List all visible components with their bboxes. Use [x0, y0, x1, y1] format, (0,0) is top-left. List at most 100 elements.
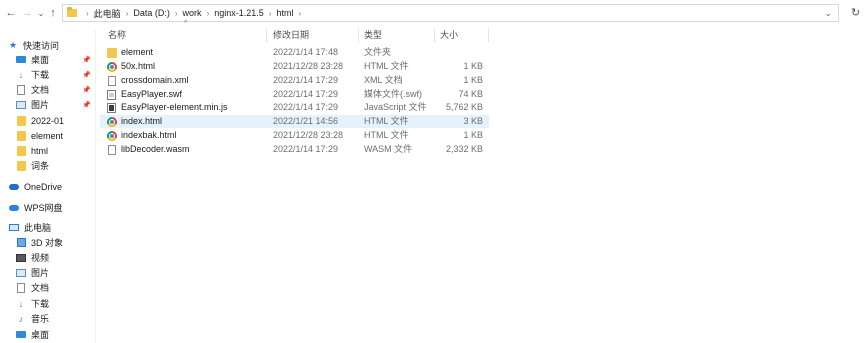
file-list: ^ 名称 修改日期 类型 大小 element 2022/1/14 17:48 … — [100, 20, 864, 343]
pin-icon[interactable]: 📌 — [82, 86, 91, 94]
arrow-left-icon[interactable]: ← — [4, 6, 18, 20]
3d-objects-icon — [16, 238, 26, 247]
file-row[interactable]: EasyPlayer.swf 2022/1/14 17:29 媒体文件(.swf… — [100, 88, 489, 101]
sidebar-quick-access[interactable]: ★ 快速访问 — [8, 38, 103, 53]
sidebar-label: OneDrive — [24, 181, 63, 192]
document-icon — [17, 84, 25, 95]
picture-icon — [16, 100, 26, 109]
cloud-icon — [9, 204, 19, 211]
file-date: 2022/1/14 17:29 — [273, 75, 339, 85]
file-name: indexbak.html — [121, 130, 177, 140]
sort-ascending-icon: ^ — [184, 20, 188, 27]
sidebar-label: html — [31, 145, 49, 156]
file-type: XML 文档 — [364, 75, 403, 85]
arrow-up-icon[interactable]: ↑ — [46, 6, 60, 20]
sidebar-label: 下载 — [31, 70, 50, 80]
arrow-right-icon[interactable]: → — [20, 6, 34, 20]
sidebar-item-pc-documents[interactable]: 文档 — [16, 280, 95, 295]
column-divider[interactable] — [358, 28, 359, 42]
breadcrumb-nginx[interactable]: nginx-1.21.5 — [214, 8, 264, 18]
file-size: 1 KB — [463, 61, 483, 71]
sidebar-item-desktop[interactable]: 桌面 📌 — [16, 52, 95, 67]
file-type: WASM 文件 — [364, 144, 413, 154]
file-name: 50x.html — [121, 61, 156, 71]
column-divider[interactable] — [488, 28, 489, 42]
file-row[interactable]: indexbak.html 2021/12/28 23:28 HTML 文件 1… — [100, 129, 489, 142]
refresh-icon[interactable]: ↻ — [851, 6, 860, 19]
sidebar-label: 下载 — [31, 299, 50, 309]
sidebar-item-documents[interactable]: 文档 📌 — [16, 82, 95, 97]
sidebar-item-pictures[interactable]: 图片 📌 — [16, 97, 95, 112]
music-icon: ♪ — [18, 313, 24, 324]
file-name: EasyPlayer-element.min.js — [121, 102, 228, 112]
column-divider[interactable] — [434, 28, 435, 42]
address-dropdown-icon[interactable]: ⌄ — [824, 8, 832, 19]
pin-icon[interactable]: 📌 — [82, 56, 91, 64]
picture-icon — [16, 268, 26, 277]
file-row[interactable]: 50x.html 2021/12/28 23:28 HTML 文件 1 KB — [100, 60, 489, 73]
download-icon: ↓ — [18, 298, 24, 309]
file-size: 2,332 KB — [445, 144, 483, 154]
sidebar-item-html[interactable]: html — [16, 143, 95, 158]
file-type: JavaScript 文件 — [364, 102, 427, 112]
folder-icon — [16, 130, 26, 141]
sidebar-item-2022-01[interactable]: 2022-01 — [16, 113, 95, 128]
file-name: element — [121, 47, 154, 57]
sidebar-item-pc-desktop[interactable]: 桌面 — [16, 327, 95, 342]
sidebar-label: 2022-01 — [31, 115, 65, 126]
js-file-icon — [107, 103, 116, 113]
file-date: 2022/1/14 17:29 — [273, 102, 339, 112]
file-date: 2022/1/14 17:29 — [273, 89, 339, 99]
column-header-size[interactable]: 大小 — [440, 28, 458, 42]
file-date: 2021/12/28 23:28 — [273, 130, 344, 140]
file-name: crossdomain.xml — [121, 75, 189, 85]
breadcrumb-work[interactable]: work — [183, 8, 202, 18]
sidebar-item-3d-objects[interactable]: 3D 对象 — [16, 235, 95, 250]
sidebar-label: 文档 — [31, 85, 50, 95]
sidebar-label: 此电脑 — [24, 223, 52, 233]
sidebar-label: 桌面 — [31, 55, 50, 65]
sidebar-wps[interactable]: WPS网盘 — [9, 200, 104, 215]
file-size: 1 KB — [463, 130, 483, 140]
file-row-selected[interactable]: index.html 2022/1/21 14:56 HTML 文件 3 KB — [100, 115, 489, 128]
file-type: 媒体文件(.swf) — [364, 89, 422, 99]
pin-icon[interactable]: 📌 — [82, 71, 91, 79]
column-header-date[interactable]: 修改日期 — [273, 28, 309, 42]
file-row[interactable]: libDecoder.wasm 2022/1/14 17:29 WASM 文件 … — [100, 143, 489, 156]
breadcrumb-drive-d[interactable]: Data (D:) — [133, 8, 170, 18]
breadcrumb-this-pc[interactable]: 此电脑 — [94, 7, 121, 20]
sidebar-item-music[interactable]: ♪ 音乐 — [16, 311, 95, 326]
column-header-type[interactable]: 类型 — [364, 28, 382, 42]
computer-icon — [9, 224, 19, 231]
sidebar-this-pc[interactable]: 此电脑 — [9, 220, 104, 235]
pin-icon[interactable]: 📌 — [82, 101, 91, 109]
file-size: 1 KB — [463, 75, 483, 85]
sidebar-item-element[interactable]: element — [16, 128, 95, 143]
file-row[interactable]: crossdomain.xml 2022/1/14 17:29 XML 文档 1… — [100, 74, 489, 87]
breadcrumb-html[interactable]: html — [276, 8, 293, 18]
swf-file-icon — [107, 90, 116, 100]
column-header-name[interactable]: 名称 — [108, 28, 126, 42]
sidebar-item-downloads[interactable]: ↓ 下载 📌 — [16, 67, 95, 82]
sidebar-item-pc-pictures[interactable]: 图片 — [16, 265, 95, 280]
file-type: HTML 文件 — [364, 61, 409, 71]
desktop-icon — [16, 56, 26, 63]
sidebar-label: 文档 — [31, 283, 50, 293]
sidebar-item-pc-downloads[interactable]: ↓ 下载 — [16, 296, 95, 311]
address-bar[interactable]: › 此电脑 › Data (D:) › work › nginx-1.21.5 … — [62, 4, 839, 22]
file-date: 2022/1/14 17:29 — [273, 144, 339, 154]
chrome-icon — [107, 62, 117, 72]
sidebar-onedrive[interactable]: OneDrive — [9, 179, 104, 194]
sidebar-item-videos[interactable]: 视频 — [16, 250, 95, 265]
xml-file-icon — [108, 76, 116, 86]
file-row[interactable]: element 2022/1/14 17:48 文件夹 — [100, 46, 489, 59]
file-date: 2021/12/28 23:28 — [273, 61, 344, 71]
file-row[interactable]: EasyPlayer-element.min.js 2022/1/14 17:2… — [100, 101, 489, 114]
sidebar-item-entries[interactable]: 词条 — [16, 158, 95, 173]
file-size: 3 KB — [463, 116, 483, 126]
column-divider[interactable] — [266, 28, 267, 42]
sidebar-label: WPS网盘 — [24, 203, 63, 213]
file-date: 2022/1/21 14:56 — [273, 116, 339, 126]
file-type: HTML 文件 — [364, 130, 409, 140]
sidebar-label: 视频 — [31, 253, 50, 263]
